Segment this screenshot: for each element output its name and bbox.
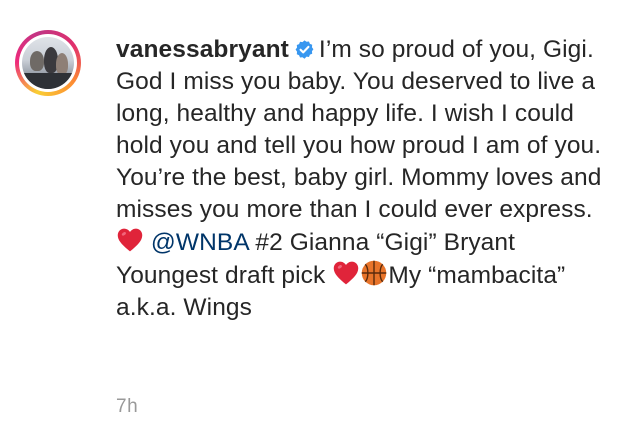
avatar-border (19, 34, 77, 92)
instagram-comment: vanessabryant I’m so proud of you, Gigi.… (0, 0, 620, 432)
red-heart-emoji-icon (117, 228, 143, 252)
avatar[interactable] (22, 37, 74, 89)
username-link[interactable]: vanessabryant (116, 36, 289, 63)
comment-body: vanessabryant I’m so proud of you, Gigi.… (116, 34, 608, 324)
basketball-emoji-icon (362, 260, 387, 286)
comment-timestamp[interactable]: 7h (116, 396, 138, 418)
comment-text-part1: I’m so proud of you, Gigi. God I miss yo… (116, 36, 602, 223)
story-ring[interactable] (15, 30, 81, 96)
red-heart-emoji-icon (334, 261, 359, 285)
verified-badge-icon (295, 40, 314, 59)
mention-link[interactable]: @WNBA (151, 229, 249, 256)
